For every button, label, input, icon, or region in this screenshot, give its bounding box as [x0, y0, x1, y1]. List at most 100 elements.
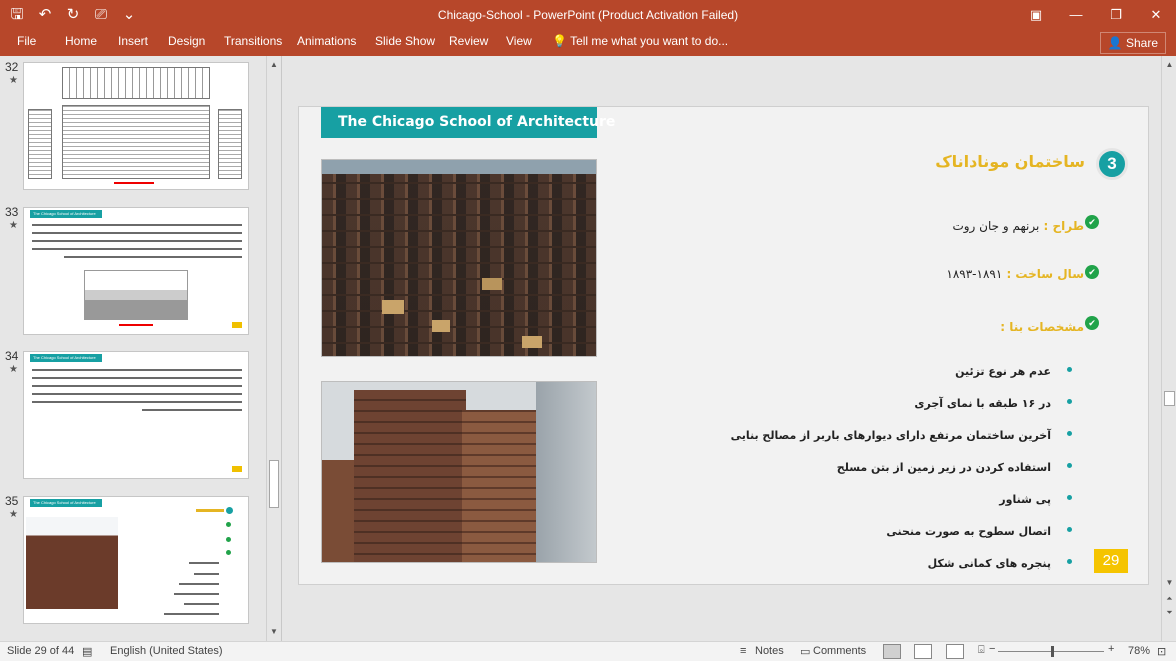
bullet-icon	[1067, 495, 1072, 500]
spec-item: اتصال سطوح به صورت منحنی	[886, 525, 1051, 538]
title-bar: 🖫 ↶ ↻ ⎚ ⌄ Chicago-School - PowerPoint (P…	[0, 0, 1176, 30]
zoom-in-icon[interactable]: +	[1108, 643, 1114, 655]
slide-scrollbar[interactable]: ▲ ▼ ⏶ ⏷	[1161, 56, 1176, 641]
animation-star-icon: ★	[9, 220, 18, 231]
section-number-badge: 3	[1096, 148, 1128, 180]
notes-button[interactable]: Notes	[755, 645, 784, 657]
info-label: سال ساخت :	[1002, 267, 1084, 281]
comments-icon: ▭	[800, 646, 811, 658]
tab-design[interactable]: Design	[168, 34, 205, 48]
minimize-icon[interactable]: —	[1056, 0, 1096, 30]
text-line	[164, 613, 219, 615]
spec-item: عدم هر نوع تزئین	[955, 365, 1051, 378]
tab-slide-show[interactable]: Slide Show	[375, 34, 435, 48]
close-icon[interactable]: ✕	[1136, 0, 1176, 30]
text-line	[32, 377, 242, 379]
slide-editing-area: The Chicago School of Architecture 3 ساخ…	[283, 56, 1161, 641]
text-line	[179, 583, 219, 585]
slide-thumbnail-33[interactable]: The Chicago School of Architecture	[23, 207, 249, 335]
tell-me-search[interactable]: 💡 Tell me what you want to do...	[552, 34, 728, 48]
slide-page-number: 29	[1094, 549, 1128, 573]
slide-canvas[interactable]: The Chicago School of Architecture 3 ساخ…	[298, 106, 1149, 585]
text-line	[194, 573, 219, 575]
text-line	[32, 240, 242, 242]
zoom-out-icon[interactable]: −	[989, 643, 995, 655]
check-icon	[226, 537, 231, 542]
info-year: سال ساخت : ۱۸۹۱-۱۸۹۳	[946, 267, 1084, 281]
monadnock-building	[354, 390, 466, 562]
text-line	[142, 409, 242, 411]
floor-plan-drawing	[62, 67, 210, 99]
slide-thumbnail-32[interactable]	[23, 62, 249, 190]
spec-item: در ۱۶ طبقه با نمای آجری	[914, 397, 1051, 410]
thumbnail-number: 32	[5, 60, 19, 74]
sky-strip	[322, 160, 596, 174]
spec-item: آخرین ساختمان مرتفع دارای دیوارهای باربر…	[730, 429, 1051, 442]
text-line	[64, 256, 242, 258]
share-button[interactable]: 👤 Share	[1099, 32, 1166, 54]
tab-insert[interactable]: Insert	[118, 34, 148, 48]
reading-view-button[interactable]	[946, 644, 964, 659]
page-number-badge	[232, 466, 242, 472]
text-line	[32, 401, 242, 403]
check-icon: ✔	[1085, 215, 1099, 229]
language-indicator[interactable]: English (United States)	[110, 645, 223, 657]
slide-thumbnail-35[interactable]: The Chicago School of Architecture	[23, 496, 249, 624]
check-icon: ✔	[1085, 316, 1099, 330]
zoom-level[interactable]: 78%	[1128, 645, 1150, 657]
normal-view-button[interactable]	[883, 644, 901, 659]
animation-star-icon: ★	[9, 364, 18, 375]
bullet-icon	[1067, 431, 1072, 436]
text-line	[32, 385, 242, 387]
scrollbar-thumb[interactable]	[269, 460, 279, 508]
spellcheck-icon[interactable]: ▤	[82, 645, 92, 658]
previous-slide-icon[interactable]: ⏶	[1164, 594, 1175, 604]
text-line	[32, 224, 242, 226]
ribbon-display-icon[interactable]: ▣	[1016, 0, 1056, 30]
tab-review[interactable]: Review	[449, 34, 488, 48]
ribbon-tabs: File Home Insert Design Transitions Anim…	[0, 30, 1176, 56]
notes-icon: ≡	[740, 645, 747, 657]
slide-thumbnail-34[interactable]: The Chicago School of Architecture	[23, 351, 249, 479]
monadnock-facade-photo	[321, 159, 597, 357]
slide-thumbnail-pane: 32 ★ 33 ★ The Chicago School of Architec…	[0, 56, 282, 641]
tab-file[interactable]: File	[17, 34, 36, 48]
scrollbar-thumb[interactable]	[1164, 391, 1175, 406]
info-label: مشخصات بنا :	[1000, 320, 1084, 334]
text-line	[189, 562, 219, 564]
bullet-icon	[1067, 527, 1072, 532]
slide-sorter-view-button[interactable]	[914, 644, 932, 659]
scroll-down-icon[interactable]: ▼	[269, 627, 279, 637]
scroll-up-icon[interactable]: ▲	[1164, 60, 1175, 69]
spec-item: پنجره های کمانی شکل	[927, 557, 1051, 570]
bullet-icon	[1067, 367, 1072, 372]
tab-view[interactable]: View	[506, 34, 532, 48]
tab-animations[interactable]: Animations	[297, 34, 356, 48]
slide-header-banner: The Chicago School of Architecture	[321, 107, 615, 138]
text-line	[32, 393, 242, 395]
scroll-up-icon[interactable]: ▲	[269, 60, 279, 70]
restore-icon[interactable]: ❐	[1096, 0, 1136, 30]
thumbnail-number: 34	[5, 349, 19, 363]
text-line	[174, 593, 219, 595]
check-icon: ✔	[1085, 265, 1099, 279]
status-bar: Slide 29 of 44 ▤ English (United States)…	[0, 641, 1176, 661]
thumbnail-header: The Chicago School of Architecture	[30, 499, 102, 507]
building-title: ساختمان موناداناک	[935, 152, 1085, 171]
fit-slide-icon[interactable]: ⊡	[1157, 645, 1166, 658]
text-line	[184, 603, 219, 605]
animation-star-icon: ★	[9, 75, 18, 86]
thumbnail-scrollbar[interactable]: ▲ ▼	[266, 56, 280, 641]
comments-button[interactable]: Comments	[813, 645, 866, 657]
text-line	[32, 232, 242, 234]
zoom-slider-thumb[interactable]	[1051, 646, 1054, 657]
next-slide-icon[interactable]: ⏷	[1164, 608, 1175, 618]
tab-home[interactable]: Home	[65, 34, 97, 48]
info-designer: طراح : برنهم و جان روت	[952, 219, 1084, 233]
left-building	[322, 460, 358, 562]
scroll-down-icon[interactable]: ▼	[1164, 578, 1175, 587]
floor-lines	[322, 174, 596, 356]
bullet-icon	[1067, 559, 1072, 564]
tab-transitions[interactable]: Transitions	[224, 34, 282, 48]
spec-item: استفاده کردن در زیر زمین از بتن مسلح	[836, 461, 1051, 474]
